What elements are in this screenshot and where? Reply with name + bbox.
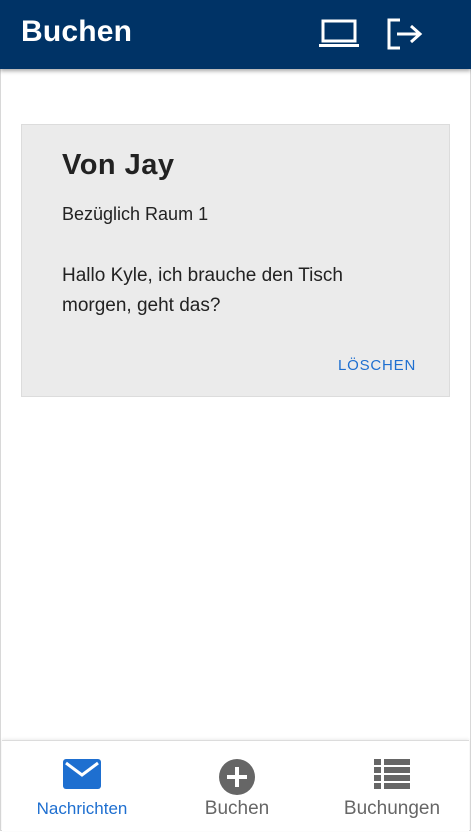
add-circle-icon xyxy=(219,759,255,800)
nav-item-buchen[interactable]: Buchen xyxy=(159,741,315,831)
message-body: Hallo Kyle, ich brauche den Tisch morgen… xyxy=(62,265,343,316)
list-icon xyxy=(374,759,410,794)
nav-label-nachrichten: Nachrichten xyxy=(36,799,128,818)
message-subject: Bezüglich Raum 1 xyxy=(62,204,209,224)
bottom-navigation: Nachrichten Buchen Buchungen xyxy=(2,740,469,831)
laptop-icon[interactable] xyxy=(319,16,359,52)
mail-icon xyxy=(63,759,101,794)
message-card: Von Jay Bezüglich Raum 1 Hallo Kyle, ich… xyxy=(21,124,450,397)
logout-icon[interactable] xyxy=(386,16,426,52)
delete-button[interactable]: LÖSCHEN xyxy=(338,357,416,374)
message-sender: Von Jay xyxy=(62,149,175,181)
app-bar: Buchen xyxy=(0,0,471,69)
nav-item-buchungen[interactable]: Buchungen xyxy=(314,741,470,831)
app-title: Buchen xyxy=(21,15,133,48)
nav-label-buchungen: Buchungen xyxy=(343,798,441,819)
nav-item-nachrichten[interactable]: Nachrichten xyxy=(4,741,160,831)
nav-label-buchen: Buchen xyxy=(204,798,270,819)
